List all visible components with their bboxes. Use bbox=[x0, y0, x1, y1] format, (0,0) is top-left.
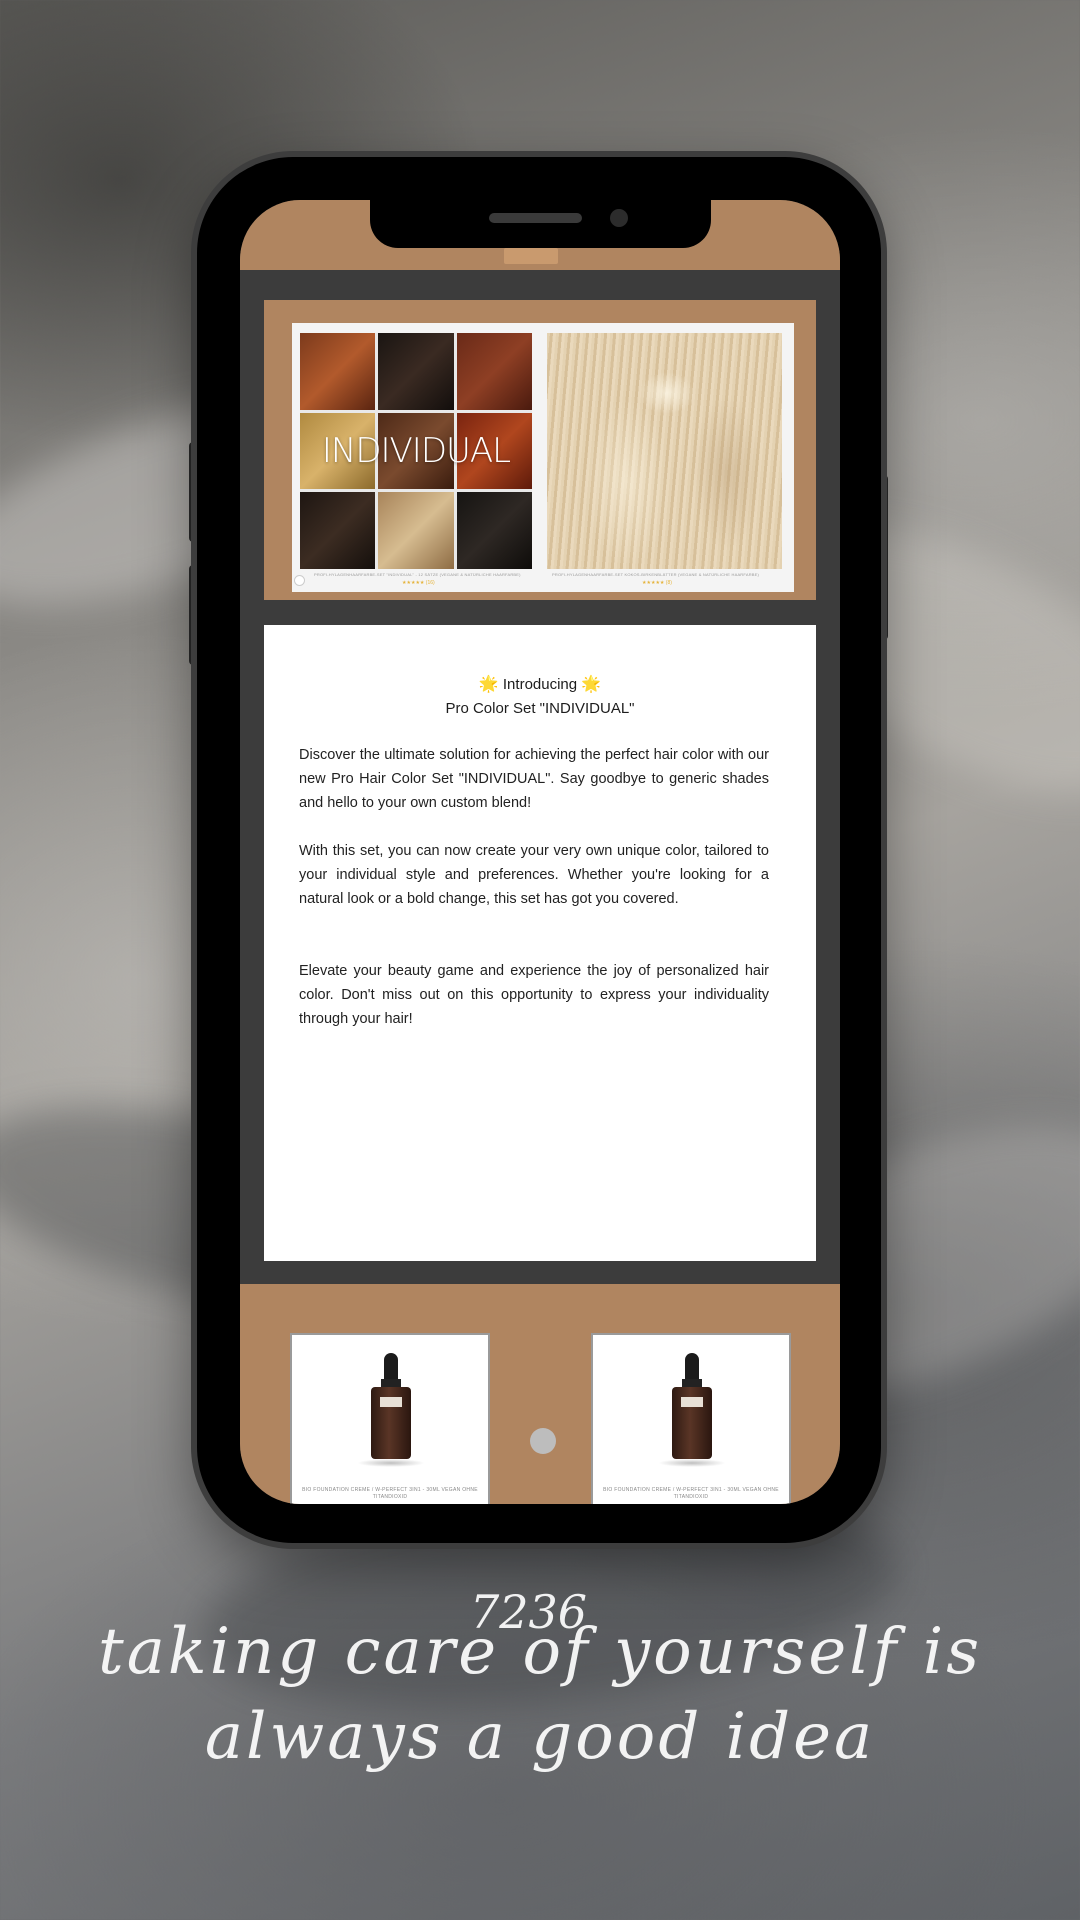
hair-swatch bbox=[378, 492, 454, 569]
serum-bottle-image bbox=[658, 1353, 726, 1467]
banner-inner: INDIVIDUAL PROFI-HYLAGENHAARFARBE-SET "I… bbox=[292, 323, 794, 592]
product-card[interactable]: BIO FOUNDATION CREME / W-PERFECT 3IN1 - … bbox=[290, 1333, 490, 1504]
rating-stars: ★★★★★ (16) bbox=[402, 580, 435, 586]
hair-swatch bbox=[378, 333, 454, 410]
products-section: BIO FOUNDATION CREME / W-PERFECT 3IN1 - … bbox=[240, 1284, 840, 1504]
product-caption[interactable]: PROFI-HYLAGENHAARFARBE-SET KOKOS-BIRKENB… bbox=[552, 572, 782, 577]
phone-notch bbox=[370, 200, 711, 248]
grid-title: INDIVIDUAL bbox=[321, 431, 511, 471]
intro-subtitle: Pro Color Set "INDIVIDUAL" bbox=[445, 700, 635, 717]
description-paragraph: Discover the ultimate solution for achie… bbox=[299, 747, 769, 811]
power-button bbox=[880, 475, 888, 640]
product-card[interactable]: BIO FOUNDATION CREME / W-PERFECT 3IN1 - … bbox=[591, 1333, 791, 1504]
product-banner[interactable]: INDIVIDUAL PROFI-HYLAGENHAARFARBE-SET "I… bbox=[264, 300, 816, 600]
intro-heading: 🌟 Introducing 🌟 Pro Color Set "INDIVIDUA… bbox=[264, 673, 816, 721]
blonde-hair-image[interactable] bbox=[547, 333, 782, 569]
volume-up-button bbox=[189, 442, 197, 542]
hair-swatch bbox=[300, 333, 376, 410]
script-text-line-1: taking care of yourself is bbox=[97, 1615, 983, 1689]
volume-down-button bbox=[189, 565, 197, 665]
product-caption[interactable]: PROFI-HYLAGENHAARFARBE-SET "INDIVIDUAL" … bbox=[314, 572, 524, 577]
description-paragraph: Elevate your beauty game and experience … bbox=[299, 963, 769, 1027]
intro-title: Introducing bbox=[502, 676, 578, 693]
rating-stars: ★★★★★ (8) bbox=[642, 580, 672, 586]
top-tab[interactable] bbox=[504, 248, 558, 264]
hair-swatch bbox=[456, 333, 532, 410]
sun-icon: 🌟 bbox=[581, 676, 602, 693]
carousel-indicator[interactable] bbox=[530, 1428, 556, 1454]
serum-bottle-image bbox=[357, 1353, 425, 1467]
sun-icon: 🌟 bbox=[478, 676, 499, 693]
phone-screen: INDIVIDUAL PROFI-HYLAGENHAARFARBE-SET "I… bbox=[240, 200, 840, 1504]
product-caption: BIO FOUNDATION CREME / W-PERFECT 3IN1 - … bbox=[603, 1487, 779, 1500]
description-paragraph: With this set, you can now create your v… bbox=[299, 843, 769, 907]
description-card: 🌟 Introducing 🌟 Pro Color Set "INDIVIDUA… bbox=[264, 625, 816, 1261]
carousel-dot[interactable] bbox=[294, 575, 305, 586]
camera-icon bbox=[610, 209, 628, 227]
hair-swatch bbox=[456, 492, 532, 569]
product-caption: BIO FOUNDATION CREME / W-PERFECT 3IN1 - … bbox=[302, 1487, 478, 1500]
speaker-grille bbox=[489, 213, 582, 223]
script-text-line-2: always a good idea bbox=[204, 1700, 876, 1774]
hair-swatch bbox=[300, 492, 376, 569]
